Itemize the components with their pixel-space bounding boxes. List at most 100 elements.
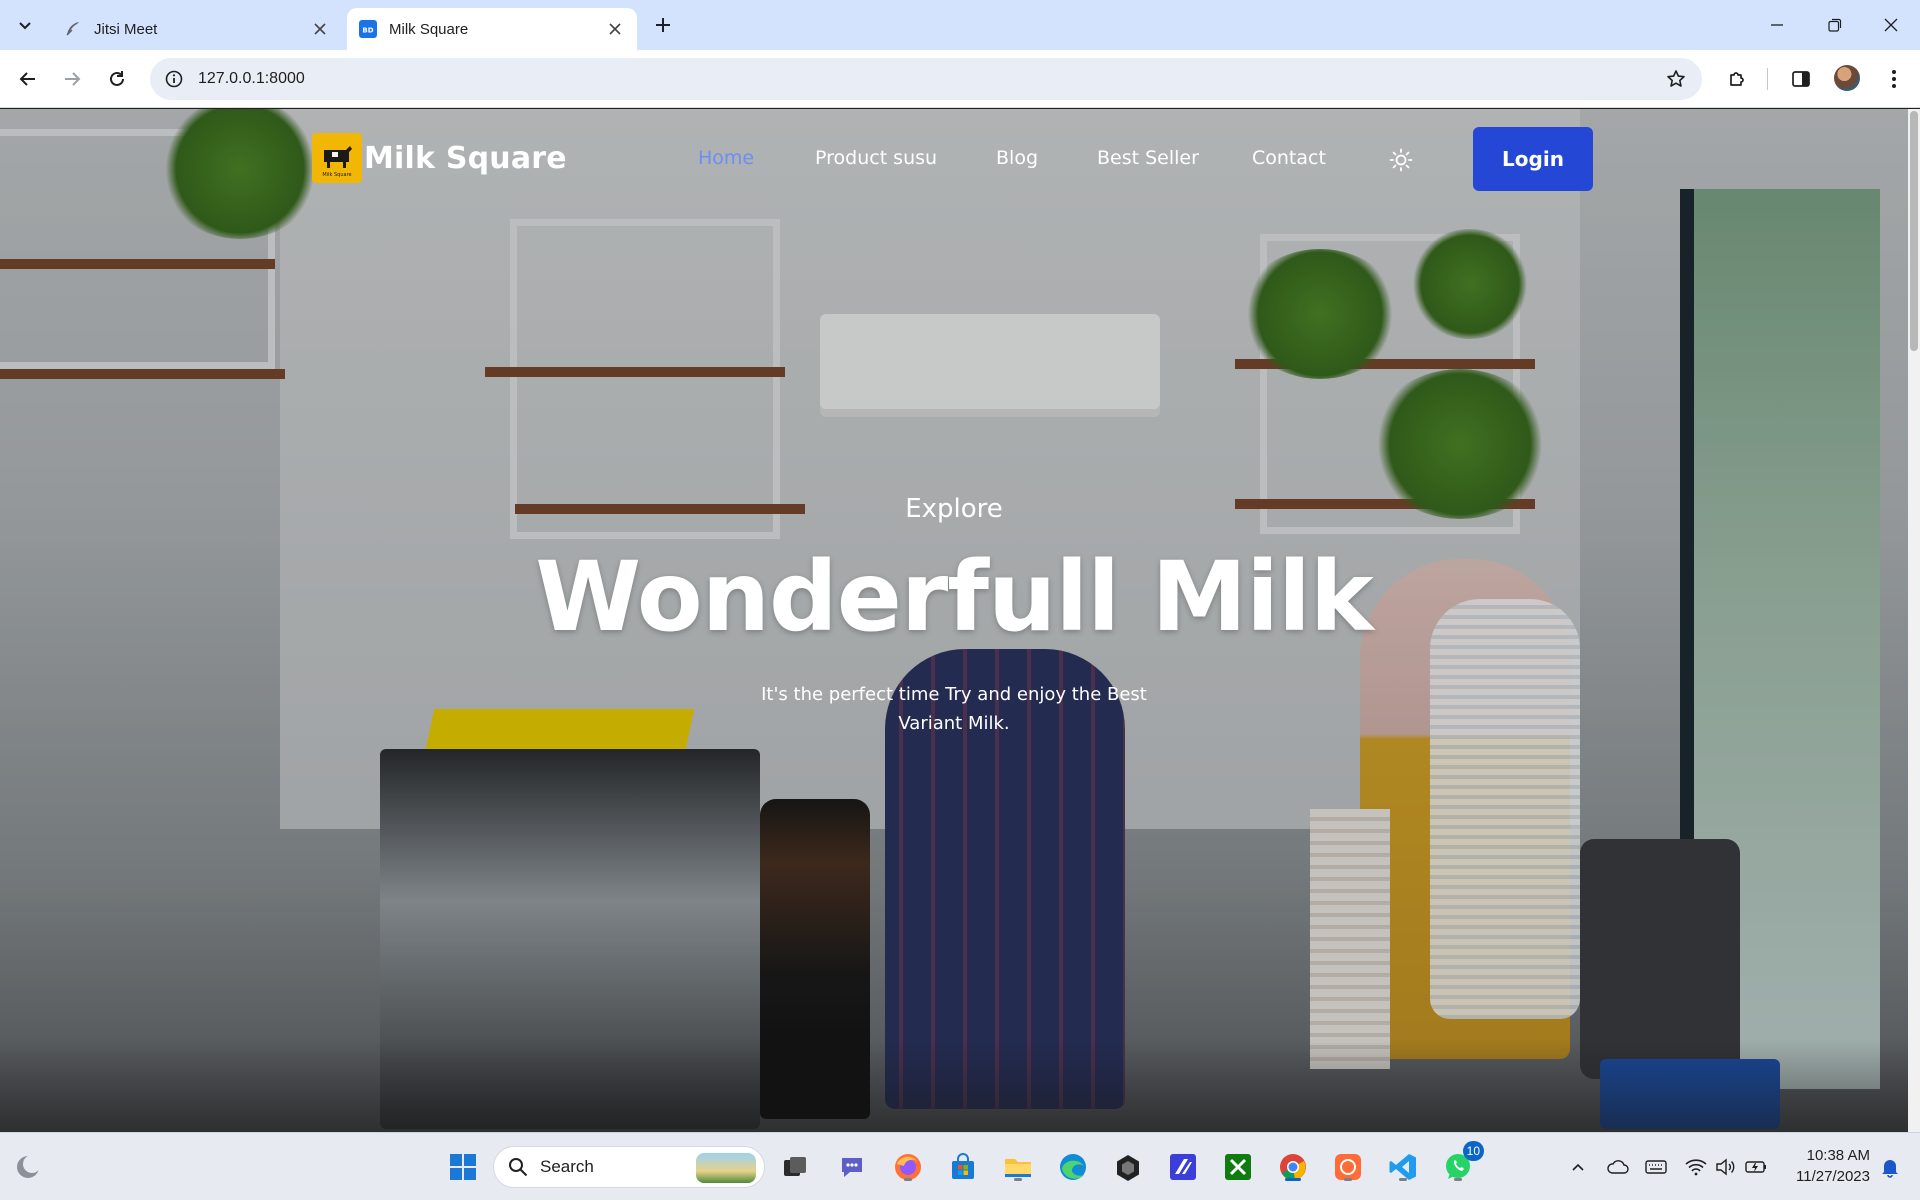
page-viewport: Milk Square Milk Square Home Product sus… xyxy=(0,109,1920,1132)
back-button[interactable] xyxy=(10,61,46,97)
side-panel-button[interactable] xyxy=(1783,61,1819,97)
tab-jitsi-meet[interactable]: Jitsi Meet xyxy=(52,8,342,50)
taskbar-firefox[interactable] xyxy=(888,1147,928,1187)
browser-toolbar: 127.0.0.1:8000 xyxy=(0,50,1920,108)
taskbar-task-view[interactable] xyxy=(775,1147,815,1187)
volume-icon xyxy=(1716,1158,1735,1176)
restore-icon xyxy=(1828,18,1842,32)
tab-search-button[interactable] xyxy=(8,8,42,42)
search-icon xyxy=(509,1158,528,1177)
bookmark-star-icon[interactable] xyxy=(1656,59,1696,99)
puzzle-icon xyxy=(1730,72,1744,86)
plus-icon xyxy=(656,18,670,32)
wifi-icon xyxy=(1685,1159,1707,1176)
unity-icon xyxy=(1117,1155,1139,1181)
nav-link-home[interactable]: Home xyxy=(698,147,754,169)
microsoft-store-icon xyxy=(952,1153,974,1179)
brand-logo: Milk Square xyxy=(312,133,362,183)
url-text[interactable]: 127.0.0.1:8000 xyxy=(198,70,1656,88)
nav-link-best-seller[interactable]: Best Seller xyxy=(1097,147,1199,169)
cow-logo-icon: Milk Square xyxy=(322,146,352,178)
taskbar-whatsapp[interactable]: 10 xyxy=(1438,1141,1484,1187)
taskbar-chrome[interactable] xyxy=(1273,1147,1313,1187)
page-scrollbar[interactable] xyxy=(1908,109,1920,1132)
browser-menu-button[interactable] xyxy=(1876,61,1912,97)
keyboard-icon xyxy=(1645,1160,1667,1174)
teams-chat-icon xyxy=(842,1158,862,1177)
search-highlight-image xyxy=(696,1153,756,1183)
login-button[interactable]: Login xyxy=(1473,127,1593,191)
battery-tray[interactable] xyxy=(1744,1155,1768,1179)
forward-button[interactable] xyxy=(54,61,90,97)
extensions-button[interactable] xyxy=(1719,61,1755,97)
tab-milk-square[interactable]: BD Milk Square xyxy=(347,8,637,50)
clock-date: 11/27/2023 xyxy=(1796,1168,1870,1185)
side-panel-icon xyxy=(1792,71,1810,87)
favicon-text: BD xyxy=(362,27,373,35)
nav-link-product-susu[interactable]: Product susu xyxy=(815,147,937,169)
reload-button[interactable] xyxy=(99,61,135,97)
toolbar-divider xyxy=(1767,68,1768,90)
notifications-button[interactable] xyxy=(1878,1155,1902,1179)
feather-icon xyxy=(64,20,82,38)
close-icon xyxy=(1884,18,1898,32)
visual-studio-icon xyxy=(1170,1154,1196,1180)
windows-start-icon xyxy=(450,1154,476,1180)
address-bar[interactable]: 127.0.0.1:8000 xyxy=(150,58,1702,100)
start-button[interactable] xyxy=(443,1147,483,1187)
taskbar-search[interactable]: Search xyxy=(493,1146,765,1188)
profile-avatar[interactable] xyxy=(1834,65,1860,91)
moon-weather-icon xyxy=(17,1155,41,1178)
weather-widget[interactable] xyxy=(8,1147,48,1187)
hero-title: Wonderfull Milk xyxy=(535,541,1373,653)
battery-charging-icon xyxy=(1745,1161,1766,1173)
nav-link-blog[interactable]: Blog xyxy=(996,147,1038,169)
wifi-tray[interactable] xyxy=(1684,1155,1708,1179)
nav-link-contact[interactable]: Contact xyxy=(1252,147,1326,169)
minimize-button[interactable] xyxy=(1748,0,1806,50)
arrow-left-icon xyxy=(19,72,35,86)
tab-strip: Jitsi Meet BD Milk Square xyxy=(0,0,1920,50)
search-label: Search xyxy=(540,1157,594,1176)
close-tab-icon[interactable] xyxy=(605,19,625,39)
brand-link[interactable]: Milk Square Milk Square xyxy=(312,133,567,183)
restore-button[interactable] xyxy=(1806,0,1864,50)
taskbar-teams-chat[interactable] xyxy=(832,1147,872,1187)
taskbar: Search 10 10:38 AM 11/27/2023 xyxy=(0,1132,1920,1200)
task-view-icon xyxy=(784,1157,806,1176)
chevron-down-icon xyxy=(19,22,31,30)
chevron-up-icon xyxy=(1572,1163,1584,1171)
edge-icon xyxy=(1060,1154,1086,1180)
taskbar-postman[interactable] xyxy=(1328,1147,1368,1187)
sun-icon xyxy=(1389,148,1413,172)
hero-description: It's the perfect time Try and enjoy the … xyxy=(761,684,1147,734)
taskbar-visual-studio[interactable] xyxy=(1163,1147,1203,1187)
new-tab-button[interactable] xyxy=(648,10,678,40)
whatsapp-unread-badge: 10 xyxy=(1462,1141,1484,1161)
taskbar-microsoft-store[interactable] xyxy=(943,1147,983,1187)
scrollbar-thumb[interactable] xyxy=(1910,111,1918,351)
cloud-icon xyxy=(1607,1160,1629,1174)
logo-text: Milk Square xyxy=(322,172,351,178)
taskbar-edge[interactable] xyxy=(1053,1147,1093,1187)
volume-tray[interactable] xyxy=(1714,1155,1738,1179)
close-window-button[interactable] xyxy=(1862,0,1920,50)
taskbar-clock[interactable]: 10:38 AM 11/27/2023 xyxy=(1778,1145,1870,1187)
tab-title: Milk Square xyxy=(389,20,469,38)
reload-icon xyxy=(110,71,124,86)
tab-title: Jitsi Meet xyxy=(94,20,158,38)
bell-icon xyxy=(1882,1160,1898,1178)
taskbar-file-explorer[interactable] xyxy=(998,1147,1038,1187)
site-navbar: Milk Square Milk Square Home Product sus… xyxy=(0,109,1920,209)
taskbar-xbox[interactable] xyxy=(1218,1147,1258,1187)
taskbar-unity[interactable] xyxy=(1108,1147,1148,1187)
taskbar-vscode[interactable] xyxy=(1383,1147,1423,1187)
keyboard-tray[interactable] xyxy=(1644,1155,1668,1179)
show-hidden-icons[interactable] xyxy=(1566,1155,1590,1179)
close-tab-icon[interactable] xyxy=(310,19,330,39)
arrow-right-icon xyxy=(65,72,81,86)
minimize-icon xyxy=(1771,24,1783,26)
site-info-icon[interactable] xyxy=(154,59,194,99)
onedrive-tray[interactable] xyxy=(1606,1155,1630,1179)
theme-toggle[interactable] xyxy=(1388,147,1414,173)
